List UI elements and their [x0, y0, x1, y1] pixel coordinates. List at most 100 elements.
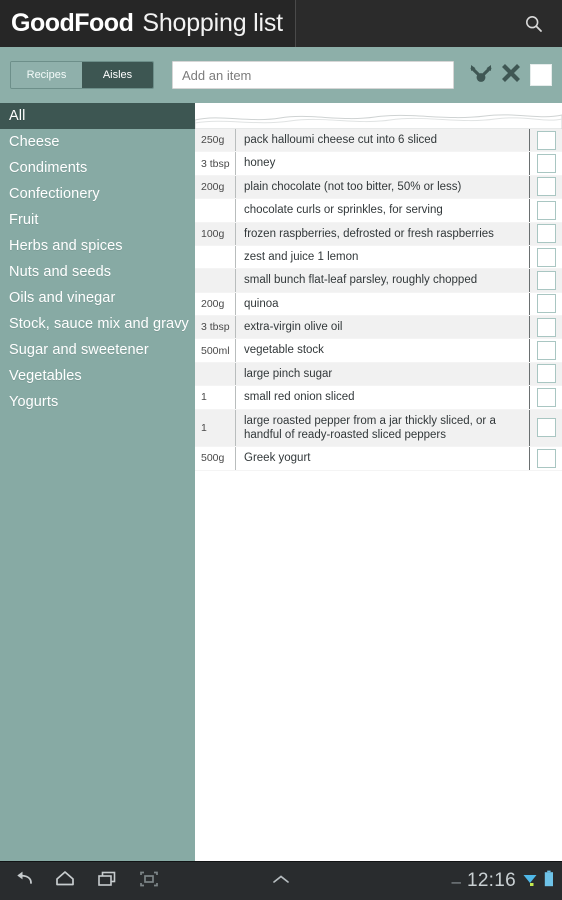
item-checkbox[interactable] [536, 448, 556, 468]
table-row[interactable]: 100g frozen raspberries, defrosted or fr… [195, 222, 562, 246]
add-item-input[interactable] [172, 61, 454, 89]
sort-merge-button[interactable] [466, 59, 496, 91]
search-icon [524, 14, 544, 34]
item-quantity: 3 tbsp [195, 316, 236, 339]
back-icon [12, 869, 34, 894]
back-button[interactable] [10, 868, 36, 894]
sidebar-item-fruit[interactable]: Fruit [0, 207, 195, 233]
shopping-list-rows: 250g pack halloumi cheese cut into 6 sli… [195, 129, 562, 861]
sidebar-item-confectionery[interactable]: Confectionery [0, 181, 195, 207]
action-bar: Recipes Aisles [0, 47, 562, 103]
item-checkbox[interactable] [536, 200, 556, 220]
item-checkbox[interactable] [536, 341, 556, 361]
screenshot-icon [138, 869, 160, 894]
sidebar-item-herbs-and-spices[interactable]: Herbs and spices [0, 233, 195, 259]
table-row[interactable]: 1 large roasted pepper from a jar thickl… [195, 409, 562, 448]
item-check-cell [530, 363, 562, 385]
item-name: frozen raspberries, defrosted or fresh r… [236, 222, 530, 245]
table-row[interactable]: 3 tbsp honey [195, 152, 562, 176]
item-quantity: 3 tbsp [195, 152, 236, 175]
sidebar-item-stock-sauce-mix-gravy[interactable]: Stock, sauce mix and gravy [0, 311, 195, 337]
item-checkbox[interactable] [536, 154, 556, 174]
sidebar-item-vegetables[interactable]: Vegetables [0, 363, 195, 389]
item-name: pack halloumi cheese cut into 6 sliced [236, 129, 530, 152]
item-quantity: 500ml [195, 339, 236, 362]
app-root: GoodFood Shopping list Recipes Aisles Ad… [0, 0, 562, 900]
item-check-cell [530, 386, 562, 408]
item-checkbox[interactable] [536, 364, 556, 384]
item-name: zest and juice 1 lemon [236, 245, 530, 269]
item-name: small bunch flat-leaf parsley, roughly c… [236, 269, 530, 292]
item-check-cell [530, 129, 562, 151]
item-name: large roasted pepper from a jar thickly … [236, 409, 530, 447]
app-title-block: GoodFood Shopping list [0, 0, 296, 47]
tab-aisles[interactable]: Aisles [82, 62, 153, 88]
table-row[interactable]: 200g plain chocolate (not too bitter, 50… [195, 175, 562, 200]
table-row[interactable]: chocolate curls or sprinkles, for servin… [195, 199, 562, 223]
item-quantity [195, 362, 236, 386]
item-check-cell [530, 339, 562, 361]
table-row[interactable]: 250g pack halloumi cheese cut into 6 sli… [195, 129, 562, 153]
item-name: plain chocolate (not too bitter, 50% or … [236, 175, 530, 199]
nav-buttons-group [0, 868, 162, 894]
item-checkbox[interactable] [536, 294, 556, 314]
table-row[interactable]: 3 tbsp extra-virgin olive oil [195, 316, 562, 340]
item-name: extra-virgin olive oil [236, 316, 530, 339]
sidebar-item-yogurts[interactable]: Yogurts [0, 389, 195, 415]
sidebar-item-sugar-and-sweetener[interactable]: Sugar and sweetener [0, 337, 195, 363]
sidebar-item-cheese[interactable]: Cheese [0, 129, 195, 155]
home-button[interactable] [52, 868, 78, 894]
screenshot-button[interactable] [136, 868, 162, 894]
battery-icon [544, 870, 554, 892]
brand-logo-text: GoodFood [11, 9, 134, 37]
tab-recipes[interactable]: Recipes [11, 62, 82, 88]
recent-apps-icon [96, 869, 118, 894]
table-row[interactable]: 500g Greek yogurt [195, 447, 562, 471]
clear-all-button[interactable] [496, 59, 526, 91]
item-checkbox[interactable] [536, 130, 556, 150]
item-check-cell [530, 152, 562, 174]
table-row[interactable]: 1 small red onion sliced [195, 386, 562, 410]
search-button[interactable] [506, 0, 562, 47]
item-name: large pinch sugar [236, 362, 530, 386]
item-quantity: 200g [195, 175, 236, 199]
item-check-cell [530, 410, 562, 447]
item-name: Greek yogurt [236, 447, 530, 470]
sort-merge-icon [468, 62, 494, 89]
torn-paper-edge [195, 103, 562, 129]
aisle-sidebar: All Cheese Condiments Confectionery Frui… [0, 103, 195, 861]
home-icon [54, 869, 76, 894]
title-bar: GoodFood Shopping list [0, 0, 562, 47]
table-row[interactable]: zest and juice 1 lemon [195, 245, 562, 270]
table-row[interactable]: 500ml vegetable stock [195, 339, 562, 363]
item-checkbox[interactable] [536, 224, 556, 244]
item-check-cell [530, 223, 562, 245]
item-check-cell [530, 199, 562, 221]
chevron-up-icon [268, 872, 294, 891]
page-title: Shopping list [142, 9, 283, 37]
sidebar-item-all[interactable]: All [0, 103, 195, 129]
system-navigation-bar: – 12:16 [0, 861, 562, 900]
item-check-cell [530, 246, 562, 268]
table-row[interactable]: 200g quinoa [195, 292, 562, 316]
item-checkbox[interactable] [536, 177, 556, 197]
table-row[interactable]: large pinch sugar [195, 362, 562, 387]
recent-apps-button[interactable] [94, 868, 120, 894]
sidebar-item-nuts-and-seeds[interactable]: Nuts and seeds [0, 259, 195, 285]
select-all-checkbox[interactable] [530, 64, 552, 86]
content-area: All Cheese Condiments Confectionery Frui… [0, 103, 562, 861]
item-name: vegetable stock [236, 339, 530, 362]
sidebar-item-oils-and-vinegar[interactable]: Oils and vinegar [0, 285, 195, 311]
view-mode-tabs: Recipes Aisles [10, 61, 154, 89]
item-quantity [195, 199, 236, 222]
sidebar-item-condiments[interactable]: Condiments [0, 155, 195, 181]
item-quantity: 200g [195, 292, 236, 315]
item-name: small red onion sliced [236, 386, 530, 409]
table-row[interactable]: small bunch flat-leaf parsley, roughly c… [195, 269, 562, 293]
item-checkbox[interactable] [536, 418, 556, 438]
item-checkbox[interactable] [536, 317, 556, 337]
status-area: – 12:16 [451, 870, 562, 892]
item-checkbox[interactable] [536, 387, 556, 407]
item-checkbox[interactable] [536, 270, 556, 290]
item-checkbox[interactable] [536, 247, 556, 267]
